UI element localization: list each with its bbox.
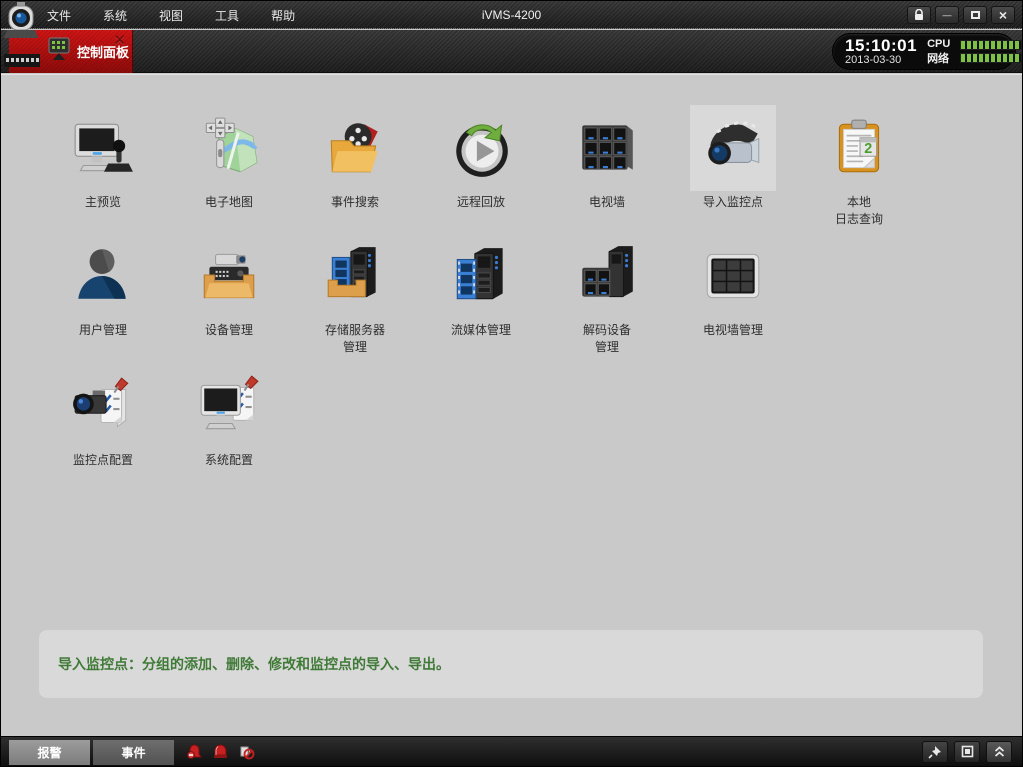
minimize-icon: — xyxy=(943,7,952,23)
module-label: 设备管理 xyxy=(205,322,253,339)
title-bar: 文件 系统 视图 工具 帮助 iVMS-4200 — × xyxy=(1,1,1022,29)
main-preview-icon xyxy=(70,115,136,181)
module-tv-wall[interactable]: 电视墙 xyxy=(544,105,670,228)
tab-bar: 控制面板 ✕ 15:10:01 2013-03-30 CPU 网络 xyxy=(1,30,1022,73)
module-label: 事件搜索 xyxy=(331,194,379,211)
module-label: 监控点配置 xyxy=(73,452,133,469)
import-camera-icon xyxy=(700,115,766,181)
local-log-icon: 2 xyxy=(826,115,892,181)
pin-button[interactable] xyxy=(922,741,948,763)
module-local-log-search[interactable]: 2 本地日志查询 xyxy=(796,105,922,228)
module-decoding-device-management[interactable]: 解码设备管理 xyxy=(544,233,670,356)
event-search-icon xyxy=(322,115,388,181)
module-system-configuration[interactable]: 系统配置 xyxy=(166,363,292,469)
ivms-window: 文件 系统 视图 工具 帮助 iVMS-4200 — × xyxy=(0,0,1023,767)
module-label: 本地日志查询 xyxy=(835,194,883,228)
device-management-icon xyxy=(196,243,262,309)
alarm-type-icons xyxy=(186,743,255,760)
user-management-icon xyxy=(70,243,136,309)
control-panel-content: 主预览 xyxy=(1,74,1022,738)
module-main-preview[interactable]: 主预览 xyxy=(40,105,166,228)
module-description-text: 导入监控点：分组的添加、删除、修改和监控点的导入、导出。 xyxy=(58,654,450,674)
emap-icon xyxy=(196,115,262,181)
cpu-label: CPU xyxy=(927,38,950,51)
alarm-bell-icon[interactable] xyxy=(186,743,203,760)
menu-help[interactable]: 帮助 xyxy=(267,5,299,26)
close-button[interactable]: × xyxy=(991,6,1015,24)
stream-media-icon xyxy=(448,243,514,309)
tv-wall-icon xyxy=(574,115,640,181)
module-label: 电视墙 xyxy=(589,194,625,211)
module-label: 系统配置 xyxy=(205,452,253,469)
module-label: 存储服务器管理 xyxy=(325,322,385,356)
module-import-camera[interactable]: 导入监控点 xyxy=(670,105,796,228)
module-stream-media-management[interactable]: 流媒体管理 xyxy=(418,233,544,356)
chevron-up-double-icon xyxy=(993,745,1006,758)
storage-server-icon xyxy=(322,243,388,309)
module-event-search[interactable]: 事件搜索 xyxy=(292,105,418,228)
system-configuration-icon xyxy=(196,373,262,439)
decoding-device-icon xyxy=(574,243,640,309)
module-label: 远程回放 xyxy=(457,194,505,211)
window-controls: — × xyxy=(907,6,1015,24)
event-tab[interactable]: 事件 xyxy=(93,740,174,765)
module-label: 主预览 xyxy=(85,194,121,211)
camera-logo-icon xyxy=(2,2,42,70)
maximize-icon xyxy=(971,11,980,19)
maximize-button[interactable] xyxy=(963,6,987,24)
pin-icon xyxy=(928,745,942,759)
cpu-meter xyxy=(960,40,1022,50)
minimize-button[interactable]: — xyxy=(935,6,959,24)
menu-bar: 文件 系统 视图 工具 帮助 xyxy=(43,1,299,29)
module-emap[interactable]: 电子地图 xyxy=(166,105,292,228)
tab-close-icon[interactable]: ✕ xyxy=(113,35,126,47)
menu-file[interactable]: 文件 xyxy=(43,5,75,26)
module-label: 电视墙管理 xyxy=(703,322,763,339)
module-label: 导入监控点 xyxy=(703,194,763,211)
lock-icon xyxy=(914,9,924,21)
module-remote-playback[interactable]: 远程回放 xyxy=(418,105,544,228)
module-label: 电子地图 xyxy=(205,194,253,211)
clock-time: 15:10:01 xyxy=(845,37,917,54)
restore-panel-button[interactable] xyxy=(954,741,980,763)
module-label: 用户管理 xyxy=(79,322,127,339)
close-icon: × xyxy=(999,7,1007,23)
module-camera-configuration[interactable]: 监控点配置 xyxy=(40,363,166,469)
clock-date: 2013-03-30 xyxy=(845,54,917,66)
module-storage-server-management[interactable]: 存储服务器管理 xyxy=(292,233,418,356)
restore-icon xyxy=(961,745,974,758)
module-label: 流媒体管理 xyxy=(451,322,511,339)
audio-off-icon[interactable] xyxy=(238,743,255,760)
network-meter xyxy=(960,53,1022,63)
network-label: 网络 xyxy=(927,53,950,66)
status-bar: 报警 事件 xyxy=(1,736,1022,766)
clock-status-pill: 15:10:01 2013-03-30 CPU 网络 xyxy=(832,33,1016,70)
clock: 15:10:01 2013-03-30 xyxy=(845,37,917,66)
app-logo xyxy=(2,2,42,75)
lock-button[interactable] xyxy=(907,6,931,24)
menu-view[interactable]: 视图 xyxy=(155,5,187,26)
menu-system[interactable]: 系统 xyxy=(99,5,131,26)
module-description-panel: 导入监控点：分组的添加、删除、修改和监控点的导入、导出。 xyxy=(39,630,983,698)
module-tv-wall-management[interactable]: 电视墙管理 xyxy=(670,233,796,356)
control-panel-icon xyxy=(47,36,71,67)
remote-playback-icon xyxy=(448,115,514,181)
alarm-tab[interactable]: 报警 xyxy=(9,740,90,765)
camera-configuration-icon xyxy=(70,373,136,439)
collapse-button[interactable] xyxy=(986,741,1012,763)
tv-wall-management-icon xyxy=(700,243,766,309)
status-bar-controls xyxy=(922,741,1012,763)
siren-icon[interactable] xyxy=(212,743,229,760)
svg-text:2: 2 xyxy=(864,141,872,157)
module-device-management[interactable]: 设备管理 xyxy=(166,233,292,356)
module-label: 解码设备管理 xyxy=(583,322,631,356)
module-user-management[interactable]: 用户管理 xyxy=(40,233,166,356)
menu-tools[interactable]: 工具 xyxy=(211,5,243,26)
